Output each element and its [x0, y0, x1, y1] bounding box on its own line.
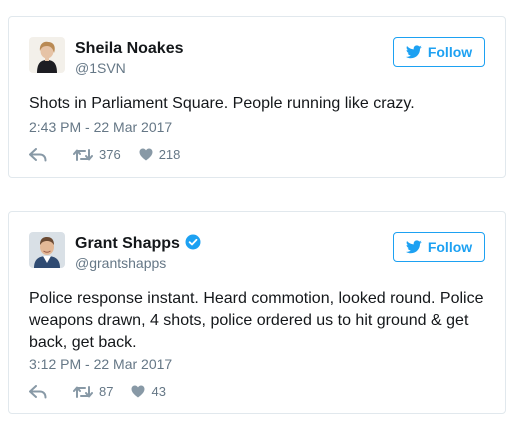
reply-icon — [29, 147, 47, 161]
avatar[interactable] — [29, 232, 65, 268]
twitter-bird-icon — [405, 45, 422, 59]
twitter-bird-icon — [405, 240, 422, 254]
tweet-timestamp[interactable]: 2:43 PM - 22 Mar 2017 — [29, 118, 172, 136]
tweet-card: Sheila Noakes @1SVN Follow Shots in Parl… — [8, 16, 506, 178]
avatar[interactable] — [29, 37, 65, 73]
reply-button[interactable] — [29, 147, 49, 162]
author-name[interactable]: Grant Shapps — [75, 234, 201, 254]
author-name[interactable]: Sheila Noakes — [75, 39, 184, 59]
like-count: 218 — [158, 147, 181, 162]
tweet-actions: 376 218 — [29, 147, 180, 162]
retweet-icon — [73, 385, 93, 398]
heart-icon — [139, 148, 153, 161]
retweet-button[interactable]: 87 — [73, 384, 113, 399]
follow-button[interactable]: Follow — [393, 232, 485, 262]
verified-badge-icon — [185, 234, 201, 250]
like-count: 43 — [151, 384, 166, 399]
follow-label: Follow — [427, 44, 473, 60]
follow-label: Follow — [427, 239, 473, 255]
retweet-button[interactable]: 376 — [73, 147, 121, 162]
author-handle[interactable]: @grantshapps — [75, 254, 166, 272]
author-name-text: Sheila Noakes — [75, 40, 184, 57]
author-handle[interactable]: @1SVN — [75, 59, 126, 77]
author-name-text: Grant Shapps — [75, 235, 180, 252]
retweet-count: 376 — [99, 147, 121, 162]
reply-icon — [29, 384, 47, 398]
tweet-timestamp[interactable]: 3:12 PM - 22 Mar 2017 — [29, 355, 172, 373]
retweet-icon — [73, 148, 93, 161]
like-button[interactable]: 43 — [131, 384, 166, 399]
like-button[interactable]: 218 — [139, 147, 181, 162]
follow-button[interactable]: Follow — [393, 37, 485, 67]
tweet-text: Police response instant. Heard commotion… — [29, 290, 484, 351]
tweet-card: Grant Shapps @grantshapps Follow Police … — [8, 211, 506, 414]
heart-icon — [131, 385, 145, 398]
tweet-actions: 87 43 — [29, 384, 166, 399]
tweet-text: Shots in Parliament Square. People runni… — [29, 95, 415, 112]
reply-button[interactable] — [29, 384, 49, 399]
retweet-count: 87 — [99, 384, 114, 399]
